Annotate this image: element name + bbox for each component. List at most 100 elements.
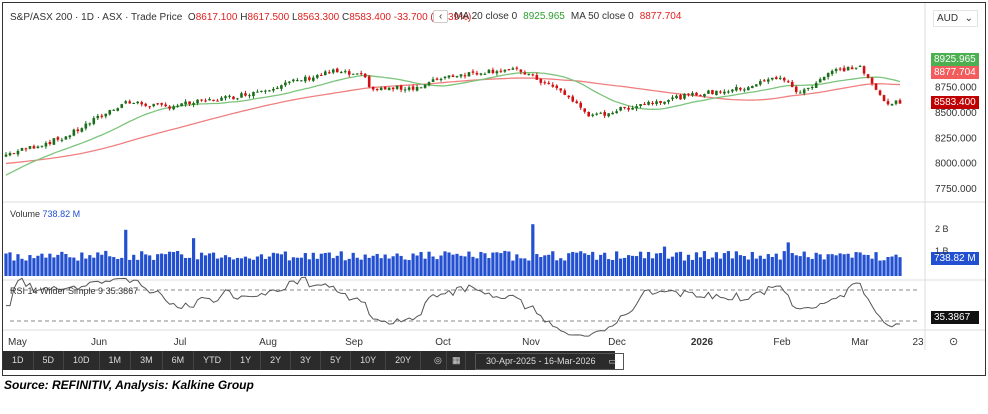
range-3m[interactable]: 3M bbox=[131, 351, 163, 370]
volume-bar bbox=[694, 252, 699, 276]
volume-bar bbox=[702, 251, 707, 276]
volume-bar bbox=[299, 257, 303, 276]
source-caption: Source: REFINITIV, Analysis: Kalkine Gro… bbox=[4, 378, 254, 392]
time-tick: Oct bbox=[435, 337, 451, 348]
volume-bar bbox=[583, 253, 587, 276]
settings-icon[interactable]: ⊙ bbox=[949, 335, 958, 348]
candle-body bbox=[798, 92, 802, 94]
volume-bar bbox=[275, 253, 279, 276]
volume-bar bbox=[72, 257, 76, 276]
volume-bar bbox=[44, 257, 48, 276]
settings-circle-icon[interactable]: ◎ bbox=[430, 351, 447, 370]
candle-body bbox=[72, 129, 76, 136]
range-6m[interactable]: 6M bbox=[163, 351, 195, 370]
volume-bar bbox=[156, 254, 160, 276]
volume-bar bbox=[152, 259, 156, 276]
volume-bar bbox=[124, 229, 128, 276]
range-5d[interactable]: 5D bbox=[34, 351, 65, 370]
table-icon[interactable]: ▦ bbox=[448, 351, 466, 370]
volume-bar bbox=[630, 255, 635, 276]
volume-bar bbox=[487, 258, 491, 276]
volume-bar bbox=[180, 254, 184, 276]
volume-bar bbox=[339, 251, 343, 276]
volume-bar bbox=[323, 252, 327, 276]
volume-tick-1b: 1 B bbox=[935, 246, 949, 256]
candle-body bbox=[487, 69, 491, 74]
range-10d[interactable]: 10D bbox=[64, 351, 100, 370]
volume-bar bbox=[451, 254, 455, 276]
candle-body bbox=[555, 85, 559, 89]
candle-body bbox=[519, 69, 523, 72]
candle-body bbox=[882, 95, 886, 102]
chevron-left-icon[interactable]: ‹ bbox=[433, 10, 449, 23]
range-1d[interactable]: 1D bbox=[3, 351, 34, 370]
candle-body bbox=[92, 118, 96, 124]
candle-body bbox=[587, 112, 590, 117]
volume-bar bbox=[571, 251, 575, 276]
range-10y[interactable]: 10Y bbox=[351, 351, 387, 370]
candle-body bbox=[164, 104, 167, 107]
candle-body bbox=[124, 101, 128, 104]
ma50-value: 8877.704 bbox=[639, 11, 682, 22]
candle-body bbox=[751, 86, 754, 89]
candle-body bbox=[152, 104, 155, 107]
time-tick: May bbox=[8, 337, 27, 348]
volume-bar bbox=[263, 258, 268, 276]
range-20y[interactable]: 20Y bbox=[386, 351, 422, 370]
candle-body bbox=[335, 68, 339, 73]
date-range-picker[interactable]: 30-Apr-2025 - 16-Mar-2026 ▭ bbox=[475, 353, 624, 370]
range-5y[interactable]: 5Y bbox=[321, 351, 352, 370]
volume-bar bbox=[547, 254, 551, 276]
candle-body bbox=[635, 106, 638, 109]
candle-body bbox=[479, 73, 483, 75]
volume-bar bbox=[834, 255, 838, 276]
candle-body bbox=[132, 103, 136, 105]
volume-bar bbox=[227, 257, 232, 276]
volume-bar bbox=[108, 256, 112, 276]
volume-bar bbox=[315, 258, 319, 276]
volume-bar bbox=[674, 252, 679, 276]
ma50-label: MA 50 close 0 bbox=[570, 11, 634, 22]
candle-body bbox=[731, 89, 734, 92]
candle-body bbox=[834, 69, 838, 72]
candle-body bbox=[611, 112, 614, 115]
volume-bar bbox=[199, 252, 204, 276]
rsi-value: 35.3867 bbox=[105, 286, 139, 296]
volume-bar bbox=[475, 258, 479, 276]
symbol: S&P/ASX 200 bbox=[10, 12, 73, 23]
candle-body bbox=[683, 93, 686, 99]
range-ytd[interactable]: YTD bbox=[194, 351, 232, 370]
candle-body bbox=[898, 100, 902, 104]
volume-bar bbox=[615, 251, 619, 276]
volume-bar bbox=[710, 257, 715, 276]
volume-bar bbox=[686, 254, 691, 276]
candle-body bbox=[415, 86, 419, 91]
range-1m[interactable]: 1M bbox=[100, 351, 132, 370]
candle-body bbox=[830, 70, 834, 75]
candle-body bbox=[140, 102, 143, 105]
candle-body bbox=[156, 103, 159, 105]
candle-body bbox=[304, 76, 307, 82]
candle-body bbox=[467, 72, 471, 77]
ma20-line bbox=[5, 71, 901, 176]
candle-body bbox=[288, 81, 291, 83]
candle-body bbox=[655, 101, 658, 105]
candle-body bbox=[743, 89, 746, 91]
candle-body bbox=[547, 82, 551, 85]
price-tick: 8500.000 bbox=[935, 108, 977, 119]
volume-bar bbox=[762, 258, 766, 276]
range-2y[interactable]: 2Y bbox=[261, 351, 292, 370]
chart-header: S&P/ASX 200 · 1D · ASX · Trade Price O86… bbox=[10, 12, 472, 23]
volume-bar bbox=[555, 260, 559, 276]
currency-select[interactable]: AUD ⌄ bbox=[933, 10, 978, 27]
range-1y[interactable]: 1Y bbox=[231, 351, 262, 370]
range-3y[interactable]: 3Y bbox=[291, 351, 322, 370]
volume-bar bbox=[255, 256, 260, 276]
candle-body bbox=[316, 75, 319, 78]
volume-bar bbox=[746, 259, 750, 276]
volume-bar bbox=[878, 260, 882, 276]
volume-bar bbox=[467, 251, 471, 276]
candle-body bbox=[667, 100, 670, 102]
volume-bar bbox=[662, 246, 667, 276]
candle-body bbox=[507, 69, 511, 71]
